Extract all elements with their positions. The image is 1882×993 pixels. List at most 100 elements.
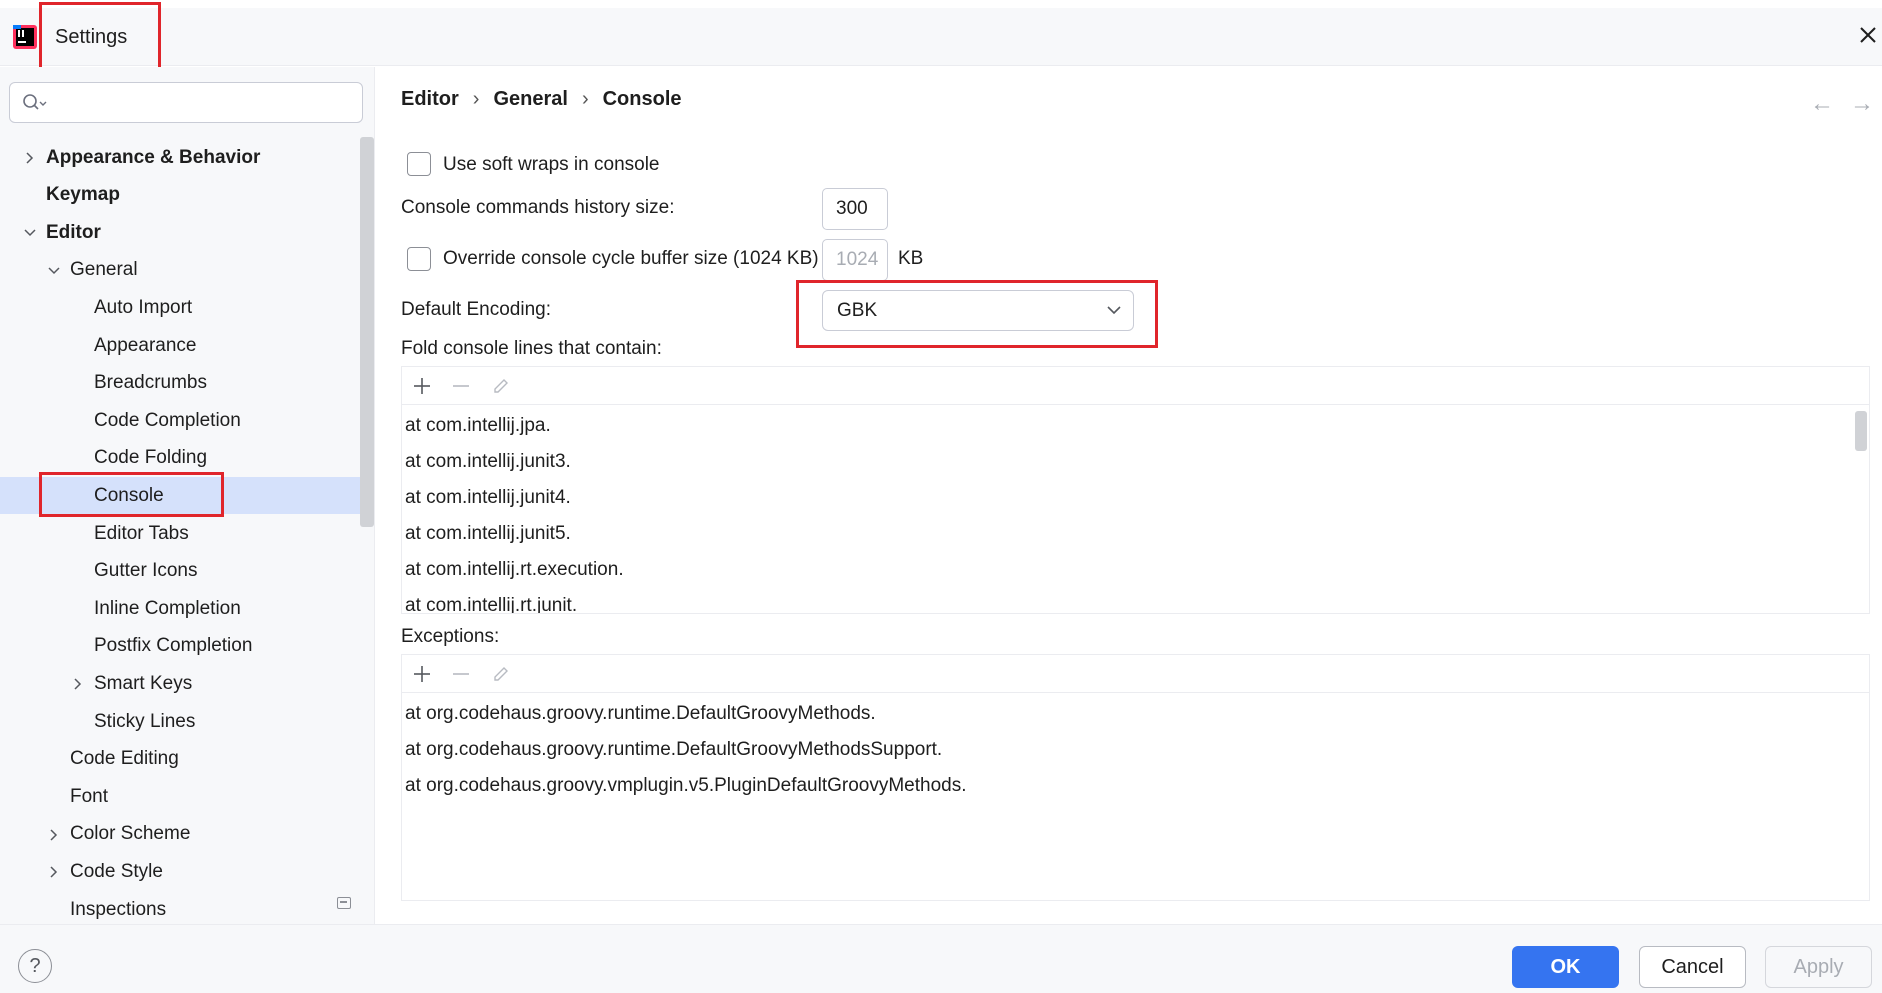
sidebar-item-sticky-lines[interactable]: Sticky Lines — [0, 703, 360, 740]
soft-wraps-checkbox[interactable] — [407, 152, 431, 176]
sidebar-item-label: Appearance — [94, 334, 197, 356]
sidebar-scrollbar[interactable] — [360, 137, 374, 527]
sidebar-item-label: Appearance & Behavior — [46, 146, 261, 168]
sidebar-item-smart-keys[interactable]: Smart Keys — [0, 665, 360, 702]
exceptions-panel: at org.codehaus.groovy.runtime.DefaultGr… — [401, 654, 1870, 901]
breadcrumb-separator: › — [581, 88, 589, 110]
sidebar-item-inline-completion[interactable]: Inline Completion — [0, 590, 360, 627]
exceptions-toolbar — [402, 655, 1869, 693]
fold-line-item[interactable]: at com.intellij.rt.execution. — [405, 559, 624, 581]
sidebar-item-appearance-behavior[interactable]: Appearance & Behavior — [0, 139, 360, 176]
sidebar-item-keymap[interactable]: Keymap — [0, 177, 360, 214]
forward-arrow-icon[interactable]: → — [1850, 90, 1874, 118]
fold-line-item[interactable]: at com.intellij.junit4. — [405, 487, 571, 509]
exceptions-label: Exceptions: — [401, 626, 500, 647]
chevron-right-icon[interactable] — [70, 676, 86, 692]
title-highlight-annotation — [39, 2, 161, 70]
sidebar-item-code-editing[interactable]: Code Editing — [0, 741, 360, 778]
sidebar-item-breadcrumbs[interactable]: Breadcrumbs — [0, 365, 360, 402]
sidebar-item-label: Editor — [46, 221, 101, 243]
sidebar-item-label: Code Style — [70, 860, 163, 882]
sidebar-item-appearance[interactable]: Appearance — [0, 327, 360, 364]
chevron-right-icon[interactable] — [46, 864, 62, 880]
override-buffer-unit: KB — [898, 248, 924, 269]
remove-icon[interactable] — [451, 664, 471, 684]
chevron-right-icon[interactable] — [46, 827, 62, 843]
sidebar-item-font[interactable]: Font — [0, 778, 360, 815]
edit-icon[interactable] — [491, 376, 511, 396]
sidebar-item-color-scheme[interactable]: Color Scheme — [0, 816, 360, 853]
sidebar-item-label: Color Scheme — [70, 823, 191, 845]
exception-line-item[interactable]: at org.codehaus.groovy.runtime.DefaultGr… — [405, 703, 876, 725]
dialog-button-bar: ? OK Cancel Apply — [0, 924, 1882, 993]
override-buffer-input[interactable]: 1024 — [822, 239, 888, 281]
sidebar-item-editor-tabs[interactable]: Editor Tabs — [0, 515, 360, 552]
sidebar-item-code-style[interactable]: Code Style — [0, 853, 360, 890]
breadcrumb-console: Console — [602, 88, 682, 110]
close-icon[interactable] — [1855, 22, 1881, 48]
fold-line-item[interactable]: at com.intellij.jpa. — [405, 415, 551, 437]
history-size-label: Console commands history size: — [401, 197, 675, 218]
help-button[interactable]: ? — [18, 949, 52, 983]
sidebar-item-label: Keymap — [46, 184, 120, 206]
cancel-button[interactable]: Cancel — [1639, 946, 1746, 988]
fold-line-item[interactable]: at com.intellij.junit3. — [405, 451, 571, 473]
search-input[interactable] — [9, 82, 363, 123]
sidebar-item-label: Inspections — [70, 898, 167, 920]
sidebar-item-label: Editor Tabs — [94, 522, 189, 544]
ok-button[interactable]: OK — [1512, 946, 1619, 988]
sidebar-item-label: Smart Keys — [94, 672, 193, 694]
collapse-all-icon[interactable] — [337, 897, 351, 909]
breadcrumb-editor[interactable]: Editor — [401, 88, 459, 111]
sidebar-item-label: Font — [70, 785, 109, 807]
fold-lines-toolbar — [402, 367, 1869, 405]
add-icon[interactable] — [412, 664, 432, 684]
history-size-input[interactable]: 300 — [822, 188, 888, 230]
sidebar-item-auto-import[interactable]: Auto Import — [0, 289, 360, 326]
title-bar: Settings — [0, 8, 1882, 66]
sidebar-item-inspections[interactable]: Inspections — [0, 891, 360, 928]
sidebar-item-label: Code Folding — [94, 447, 208, 469]
sidebar-item-label: Code Editing — [70, 748, 179, 770]
remove-icon[interactable] — [451, 376, 471, 396]
override-buffer-checkbox[interactable] — [407, 247, 431, 271]
sidebar-item-label: Auto Import — [94, 296, 193, 318]
exceptions-list[interactable]: at org.codehaus.groovy.runtime.DefaultGr… — [402, 694, 1869, 900]
apply-button[interactable]: Apply — [1765, 946, 1872, 988]
sidebar-item-gutter-icons[interactable]: Gutter Icons — [0, 553, 360, 590]
fold-lines-list[interactable]: at com.intellij.jpa. at com.intellij.juni… — [402, 406, 1869, 613]
exception-line-item[interactable]: at org.codehaus.groovy.runtime.DefaultGr… — [405, 739, 942, 761]
back-arrow-icon[interactable]: ← — [1810, 90, 1834, 118]
sidebar-item-label: Breadcrumbs — [94, 372, 207, 394]
sidebar-item-code-completion[interactable]: Code Completion — [0, 402, 360, 439]
exception-line-item[interactable]: at org.codehaus.groovy.vmplugin.v5.Plugi… — [405, 775, 967, 797]
sidebar-item-postfix-completion[interactable]: Postfix Completion — [0, 628, 360, 665]
encoding-label: Default Encoding: — [401, 299, 551, 320]
fold-lines-panel: at com.intellij.jpa. at com.intellij.juni… — [401, 366, 1870, 614]
sidebar-item-label: Sticky Lines — [94, 710, 196, 732]
sidebar-item-label: Gutter Icons — [94, 560, 198, 582]
sidebar-item-label: General — [70, 259, 138, 281]
fold-lines-scrollbar[interactable] — [1855, 411, 1867, 451]
sidebar-item-label: Postfix Completion — [94, 635, 253, 657]
intellij-logo-icon — [13, 25, 37, 49]
sidebar-item-label: Inline Completion — [94, 597, 241, 619]
breadcrumb: Editor › General › Console — [401, 88, 682, 111]
edit-icon[interactable] — [491, 664, 511, 684]
console-highlight-annotation — [39, 472, 224, 517]
chevron-down-icon[interactable] — [22, 225, 38, 241]
chevron-right-icon[interactable] — [22, 150, 38, 166]
sidebar-item-label: Code Completion — [94, 409, 241, 431]
sidebar-item-editor[interactable]: Editor — [0, 214, 360, 251]
fold-line-item[interactable]: at com.intellij.rt.junit. — [405, 595, 577, 613]
chevron-down-icon[interactable] — [46, 263, 62, 279]
sidebar-item-general[interactable]: General — [0, 252, 360, 289]
fold-line-item[interactable]: at com.intellij.junit5. — [405, 523, 571, 545]
breadcrumb-general[interactable]: General — [493, 88, 567, 111]
breadcrumb-separator: › — [472, 88, 480, 110]
encoding-highlight-annotation — [796, 280, 1158, 348]
navigation-arrows: ← → — [1810, 90, 1874, 118]
fold-lines-label: Fold console lines that contain: — [401, 338, 662, 359]
add-icon[interactable] — [412, 376, 432, 396]
override-buffer-label: Override console cycle buffer size (1024… — [443, 248, 819, 269]
